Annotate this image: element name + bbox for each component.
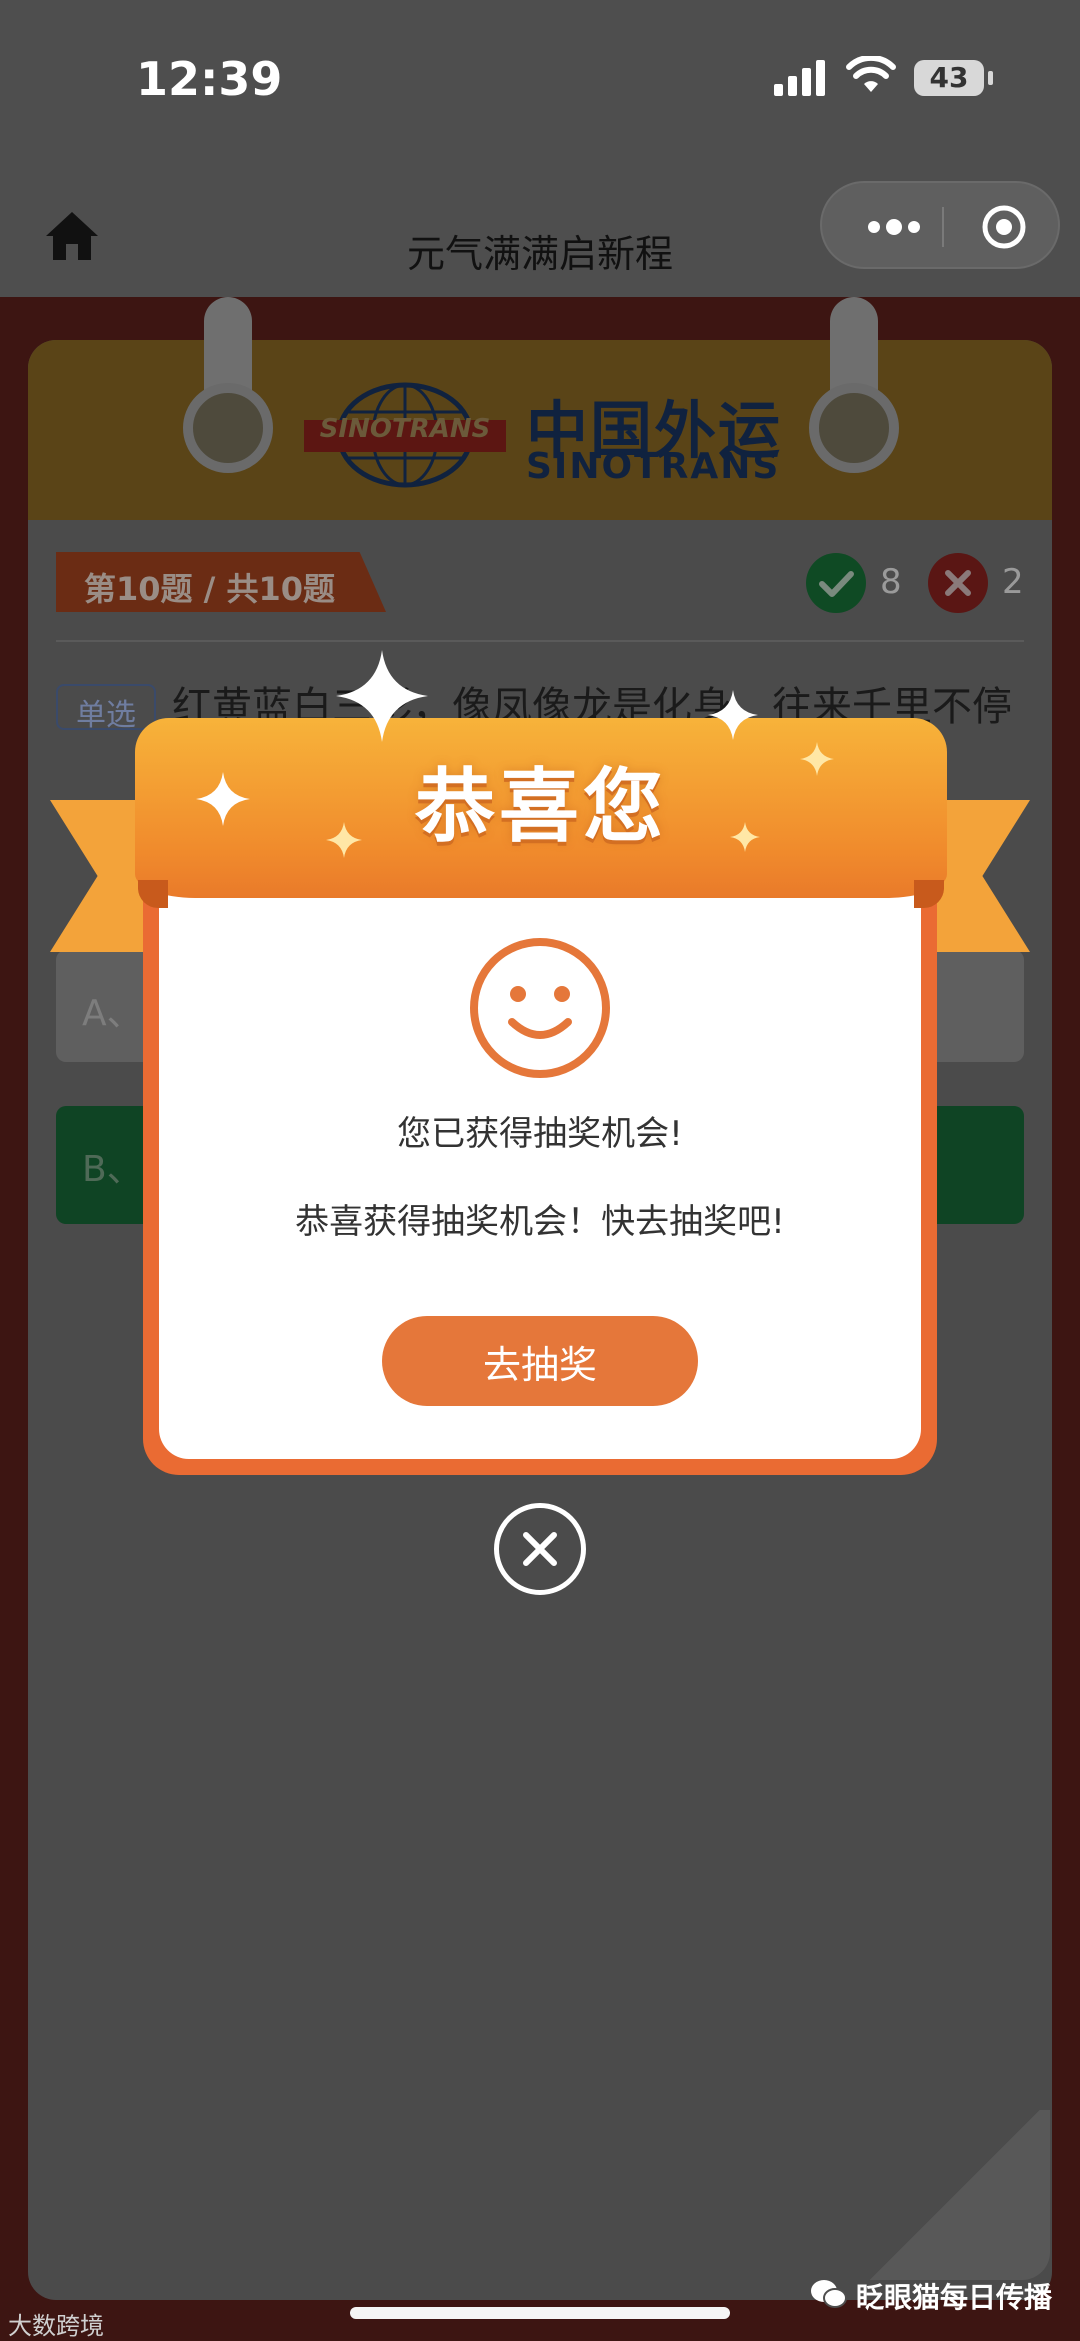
battery-level: 43	[929, 61, 969, 94]
option-b-label: B、	[82, 1149, 143, 1190]
wrong-icon	[928, 553, 988, 613]
option-a-label: A、	[82, 993, 143, 1034]
cellular-signal-icon	[774, 60, 825, 96]
sparkle-icon	[730, 822, 760, 852]
go-draw-button[interactable]: 去抽奖	[382, 1316, 698, 1406]
status-time: 12:39	[136, 52, 283, 106]
modal-message-secondary: 恭喜获得抽奖机会！快去抽奖吧!	[295, 1202, 785, 1242]
close-miniprogram-icon[interactable]	[980, 203, 1028, 251]
page-curl	[860, 2110, 1050, 2280]
wrong-count: 2	[1002, 562, 1024, 602]
smile-icon	[470, 938, 610, 1078]
sparkle-icon	[708, 690, 758, 740]
sparkle-icon	[326, 822, 362, 858]
battery-icon: 43	[914, 60, 984, 96]
close-modal-button[interactable]	[494, 1503, 586, 1595]
globe-text: SINOTRANS	[319, 414, 491, 444]
sparkle-icon	[336, 650, 428, 742]
correct-icon	[806, 553, 866, 613]
capsule-divider	[942, 207, 944, 247]
divider	[56, 640, 1024, 642]
watermark-right: 眨眼猫每日传播	[856, 2281, 1053, 2314]
sparkle-icon	[196, 772, 250, 826]
binder-ring-right	[809, 383, 899, 473]
question-progress-tag: 第10题 / 共10题	[56, 552, 386, 612]
question-progress: 第10题 / 共10题	[84, 570, 336, 608]
more-icon[interactable]	[866, 211, 922, 243]
correct-count: 8	[880, 562, 902, 602]
close-icon	[523, 1532, 557, 1566]
sparkle-icon	[800, 742, 834, 776]
wifi-icon	[846, 56, 896, 92]
wechat-icon	[811, 2280, 847, 2308]
nav-bar: 元气满满启新程	[0, 165, 1080, 297]
status-bar: 12:39 43	[0, 0, 1080, 165]
miniprogram-capsule	[820, 181, 1060, 269]
brand-name-en: SINOTRANS	[526, 446, 781, 487]
home-indicator	[350, 2307, 730, 2319]
modal-message-primary: 您已获得抽奖机会!	[397, 1114, 683, 1154]
watermark-left: 大数跨境	[8, 2312, 104, 2340]
binder-ring-left	[183, 383, 273, 473]
battery-tip	[988, 71, 993, 85]
